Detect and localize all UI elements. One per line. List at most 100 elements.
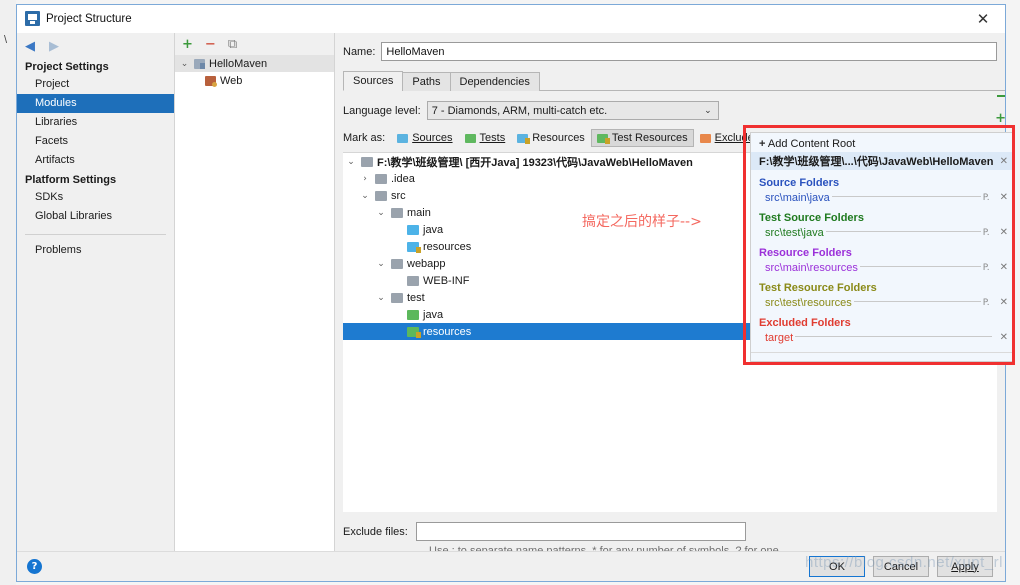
mark-as-tests-button[interactable]: Tests (459, 129, 512, 147)
settings-sidebar: ◀ ▶ Project Settings Project Modules Lib… (17, 33, 175, 553)
sidebar-item-modules[interactable]: Modules (17, 94, 174, 113)
folder-path: src\main\resources (765, 261, 858, 274)
properties-icon[interactable]: P. (983, 298, 994, 308)
apply-button-label: Apply (951, 560, 979, 573)
mark-as-sources-label: Sources (412, 132, 453, 144)
detail-tabs: Sources Paths Dependencies (343, 70, 1005, 91)
test-source-folder-icon (407, 309, 419, 320)
source-folder-entry[interactable]: src\main\java P. ✕ (751, 190, 1014, 205)
remove-folder-icon[interactable]: ✕ (994, 262, 1008, 273)
properties-icon[interactable]: P. (983, 228, 994, 238)
tree-row-label: java (423, 223, 444, 236)
remove-folder-icon[interactable]: ✕ (994, 332, 1008, 343)
web-facet-icon (205, 75, 217, 87)
tree-row-label: java (423, 308, 444, 321)
excluded-folder-entry[interactable]: target ✕ (751, 330, 1014, 345)
sidebar-item-problems[interactable]: Problems (17, 241, 174, 260)
app-icon (25, 11, 40, 26)
chevron-right-icon[interactable]: › (359, 174, 371, 184)
remove-folder-icon[interactable]: ✕ (994, 297, 1008, 308)
add-content-root-button[interactable]: + Add Content Root (751, 136, 1014, 152)
folder-icon (375, 173, 387, 184)
sidebar-item-global-libraries[interactable]: Global Libraries (17, 207, 174, 226)
test-source-folder-entry[interactable]: src\test\java P. ✕ (751, 225, 1014, 240)
remove-content-root-icon[interactable]: ✕ (994, 156, 1008, 167)
mark-as-tests-label: Tests (479, 132, 506, 144)
language-level-select[interactable]: 7 - Diamonds, ARM, multi-catch etc. ⌄ (426, 101, 719, 120)
resource-folder-entry[interactable]: src\main\resources P. ✕ (751, 260, 1014, 275)
content-roots-scroll: + Add Content Root F:\教学\班级管理\...\代码\Jav… (751, 133, 1014, 353)
add-module-icon[interactable]: + (182, 38, 193, 51)
tree-row-label: F:\教学\班级管理\ [西开Java] 19323\代码\JavaWeb\He… (377, 156, 693, 169)
mark-as-resources-label: Resources (532, 132, 585, 144)
folder-path: src\test\resources (765, 296, 852, 309)
exclude-files-row: Exclude files: (343, 522, 997, 541)
chevron-down-icon[interactable]: ⌄ (375, 208, 387, 218)
remove-folder-icon[interactable]: ✕ (994, 192, 1008, 203)
mark-as-sources-button[interactable]: Sources (391, 129, 458, 147)
sidebar-item-artifacts[interactable]: Artifacts (17, 151, 174, 170)
mark-as-resources-button[interactable]: Resources (511, 129, 591, 147)
remove-folder-icon[interactable]: ✕ (994, 227, 1008, 238)
remove-module-icon[interactable]: − (205, 38, 216, 51)
dialog-button-group: OK Cancel Apply (809, 556, 993, 577)
language-level-label: Language level: (343, 104, 421, 117)
chevron-down-icon[interactable]: ⌄ (375, 293, 387, 303)
modules-toolbar: + − ⧉ (175, 33, 334, 55)
module-icon (194, 58, 205, 69)
tab-paths[interactable]: Paths (402, 72, 451, 91)
forward-arrow-icon[interactable]: ▶ (49, 39, 59, 52)
folder-icon (391, 258, 403, 269)
leader-line (825, 230, 981, 232)
module-tree-row-web[interactable]: Web (175, 72, 334, 89)
tree-row-label: src (391, 189, 406, 202)
back-arrow-icon[interactable]: ◀ (25, 39, 35, 52)
apply-button[interactable]: Apply (937, 556, 993, 577)
tab-sources[interactable]: Sources (343, 71, 404, 91)
leader-line (831, 195, 981, 197)
sidebar-item-sdks[interactable]: SDKs (17, 188, 174, 207)
content-roots-panel: + Add Content Root F:\教学\班级管理\...\代码\Jav… (750, 132, 1015, 362)
sidebar-item-libraries[interactable]: Libraries (17, 113, 174, 132)
chevron-down-icon[interactable]: ⌄ (704, 106, 712, 116)
chevron-down-icon[interactable]: ⌄ (345, 157, 357, 167)
help-icon[interactable]: ? (27, 559, 42, 574)
leader-line (853, 300, 981, 302)
chevron-down-icon[interactable]: ⌄ (375, 259, 387, 269)
resource-folder-icon (407, 241, 421, 253)
cancel-button[interactable]: Cancel (873, 556, 929, 577)
folder-path: src\main\java (765, 191, 830, 204)
edge-add-icon[interactable]: + (995, 111, 1006, 126)
module-tree-row-hellomaven[interactable]: ⌄ HelloMaven (175, 55, 334, 72)
dialog-title: Project Structure (46, 12, 132, 25)
sidebar-nav-arrows: ◀ ▶ (17, 33, 174, 57)
tests-folder-icon (464, 133, 476, 143)
tab-dependencies[interactable]: Dependencies (449, 72, 540, 91)
sidebar-group-platform-settings: Platform Settings (25, 174, 117, 186)
properties-icon[interactable]: P. (983, 193, 994, 203)
copy-module-icon[interactable]: ⧉ (228, 38, 237, 51)
ok-button[interactable]: OK (809, 556, 865, 577)
properties-icon[interactable]: P. (983, 263, 994, 273)
test-resource-folders-title: Test Resource Folders (759, 282, 877, 294)
test-resource-folder-entry[interactable]: src\test\resources P. ✕ (751, 295, 1014, 310)
mark-as-test-resources-button[interactable]: Test Resources (590, 129, 694, 147)
close-icon[interactable]: ✕ (961, 5, 1005, 33)
chevron-down-icon[interactable]: ⌄ (179, 59, 190, 69)
add-content-root-label: Add Content Root (767, 138, 856, 150)
test-resource-folder-icon (407, 326, 421, 338)
chevron-down-icon[interactable]: ⌄ (359, 191, 371, 201)
exclude-files-input[interactable] (415, 522, 746, 541)
language-level-row: Language level: 7 - Diamonds, ARM, multi… (343, 101, 997, 120)
tree-row-label: webapp (407, 257, 446, 270)
ide-background-strip: \ (0, 0, 16, 585)
folder-icon (361, 156, 373, 167)
module-name-input[interactable] (381, 42, 997, 61)
source-folder-icon (407, 224, 419, 235)
background-mark: \ (4, 34, 8, 46)
sidebar-item-facets[interactable]: Facets (17, 132, 174, 151)
folder-path: src\test\java (765, 226, 824, 239)
mark-as-label: Mark as: (343, 132, 386, 144)
tree-row-label: WEB-INF (423, 274, 470, 287)
sidebar-item-project[interactable]: Project (17, 75, 174, 94)
